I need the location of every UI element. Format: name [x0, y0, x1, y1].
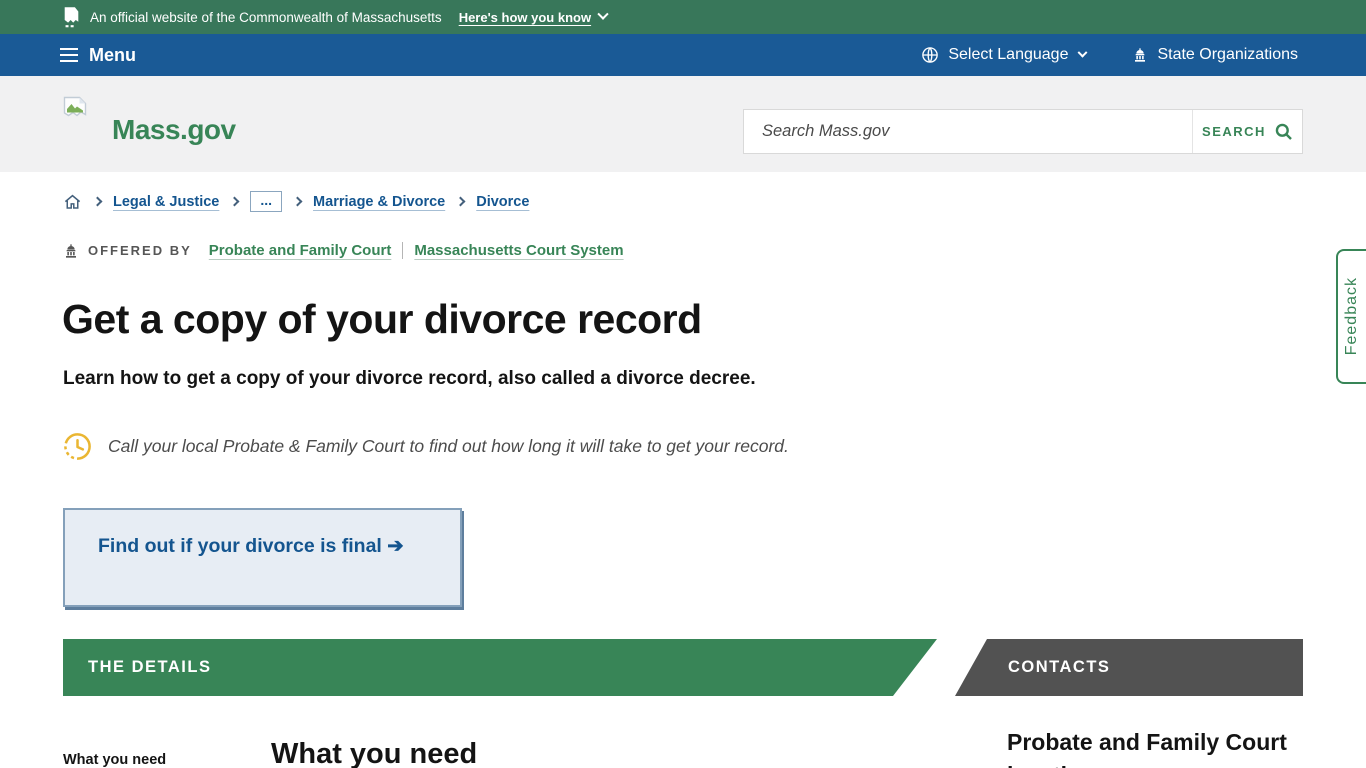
- site-search: SEARCH: [743, 109, 1303, 154]
- chevron-down-icon: [597, 9, 608, 20]
- massgov-logo-text: Mass.gov: [112, 114, 236, 146]
- state-seal-broken-image-icon: [63, 7, 80, 28]
- official-banner-text: An official website of the Commonwealth …: [90, 10, 442, 25]
- feedback-tab[interactable]: Feedback: [1336, 249, 1366, 384]
- globe-icon: [921, 46, 939, 64]
- breadcrumb-divorce[interactable]: Divorce: [476, 194, 529, 210]
- contacts-heading: Probate and Family Court locations: [1007, 726, 1307, 768]
- toc-item-what-you-need[interactable]: What you need: [63, 752, 166, 768]
- breadcrumb-collapsed[interactable]: ...: [250, 191, 282, 212]
- main-nav: Menu Select Language State Organizations: [0, 34, 1366, 76]
- divider: [402, 242, 403, 259]
- massgov-logo-broken-image-icon: [63, 96, 88, 123]
- hamburger-icon: [60, 48, 78, 63]
- org-link-mass-court-system[interactable]: Massachusetts Court System: [414, 242, 623, 259]
- processing-time-note: Call your local Probate & Family Court t…: [62, 431, 789, 462]
- offered-by-row: OFFERED BY Probate and Family Court Mass…: [63, 242, 624, 259]
- chevron-right-icon: [230, 197, 240, 207]
- page-subtitle: Learn how to get a copy of your divorce …: [63, 368, 756, 390]
- state-house-icon: [1132, 47, 1148, 63]
- contacts-banner-label: CONTACTS: [1008, 658, 1110, 677]
- heres-how-you-know-toggle[interactable]: Here's how you know: [459, 10, 607, 25]
- breadcrumb-marriage-divorce[interactable]: Marriage & Divorce: [313, 194, 445, 210]
- the-details-banner: THE DETAILS: [63, 639, 937, 696]
- offered-by-label: OFFERED BY: [88, 243, 192, 258]
- org-link-probate-family-court[interactable]: Probate and Family Court: [209, 242, 392, 259]
- what-you-need-heading: What you need: [271, 738, 477, 768]
- note-text: Call your local Probate & Family Court t…: [108, 436, 789, 457]
- breadcrumb: Legal & Justice ... Marriage & Divorce D…: [63, 191, 529, 212]
- search-button[interactable]: SEARCH: [1192, 110, 1302, 153]
- details-banner-label: THE DETAILS: [88, 658, 211, 677]
- search-icon: [1274, 122, 1293, 141]
- massgov-logo[interactable]: Mass.gov: [63, 96, 236, 146]
- chevron-right-icon: [456, 197, 466, 207]
- state-house-icon: [63, 243, 79, 259]
- arrow-right-icon: ➔: [387, 535, 403, 557]
- chevron-right-icon: [93, 197, 103, 207]
- contacts-banner: CONTACTS: [955, 639, 1303, 696]
- divorce-final-cta[interactable]: Find out if your divorce is final ➔: [63, 508, 462, 607]
- menu-button[interactable]: Menu: [60, 45, 136, 66]
- site-header: Mass.gov SEARCH: [0, 76, 1366, 172]
- chevron-right-icon: [293, 197, 303, 207]
- clock-icon: [62, 431, 93, 462]
- home-icon[interactable]: [63, 193, 82, 211]
- state-organizations-link[interactable]: State Organizations: [1132, 46, 1298, 64]
- chevron-down-icon: [1078, 47, 1088, 57]
- official-banner: An official website of the Commonwealth …: [0, 0, 1366, 34]
- breadcrumb-legal-justice[interactable]: Legal & Justice: [113, 194, 219, 210]
- select-language-button[interactable]: Select Language: [921, 46, 1086, 64]
- page-title: Get a copy of your divorce record: [62, 296, 702, 343]
- search-input[interactable]: [744, 110, 1192, 153]
